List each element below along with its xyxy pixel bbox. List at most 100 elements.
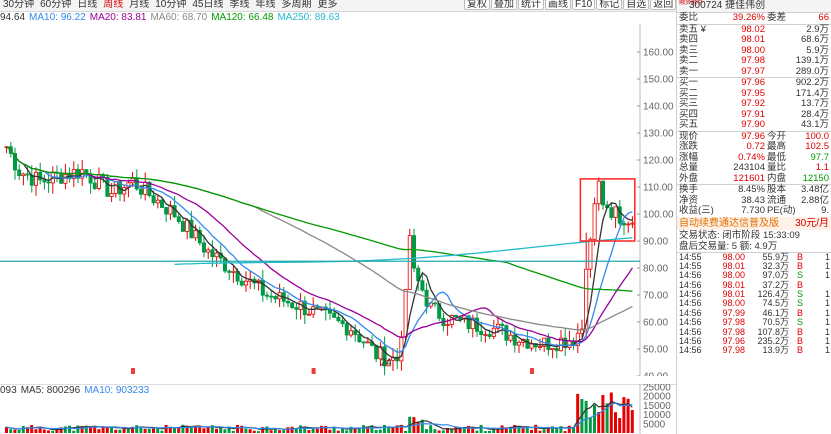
bids-row-0[interactable]: 买一 97.96 902.2万 bbox=[677, 77, 831, 89]
tool-button-6[interactable]: 自选 bbox=[623, 0, 650, 10]
volume-bar bbox=[315, 428, 319, 433]
volume-bar bbox=[593, 404, 596, 433]
volume-bar bbox=[282, 430, 286, 433]
candle-body bbox=[596, 180, 601, 205]
bids-row-2[interactable]: 买三 97.92 13.7万 bbox=[677, 98, 831, 110]
period-tab-4[interactable]: 月线 bbox=[126, 0, 152, 10]
ma-legend-item-4: MA120: 66.48 bbox=[211, 12, 274, 23]
volume-bar bbox=[601, 395, 605, 433]
bids-label: 买五 bbox=[679, 119, 699, 130]
candle-body bbox=[403, 288, 408, 338]
candle-body bbox=[554, 347, 559, 352]
volume-legend: 093 MA5: 800296 MA10: 903233 bbox=[0, 385, 153, 397]
candle-body bbox=[105, 176, 110, 197]
tick-list[interactable]: 14:55 98.00 55.9万 B 1 14:55 98.01 32.3万 B 1 14:56 9… bbox=[677, 251, 831, 356]
tick-time: 14:56 bbox=[679, 345, 702, 356]
quote-value2: 102.5 bbox=[805, 141, 829, 152]
y-tick-label: 100.00 bbox=[643, 210, 674, 221]
candle-body bbox=[315, 306, 320, 309]
event-marker bbox=[311, 368, 316, 374]
period-tab-8[interactable]: 年线 bbox=[253, 0, 279, 10]
volume-bar bbox=[433, 429, 437, 433]
period-tab-5[interactable]: 10分钟 bbox=[152, 0, 189, 10]
status-time: 15:33:09 bbox=[762, 229, 800, 241]
period-tab-2[interactable]: 日线 bbox=[74, 0, 100, 10]
tool-button-4[interactable]: F10 bbox=[572, 0, 596, 10]
asks-row-3[interactable]: 卖二 97.98 139.1万 bbox=[677, 55, 831, 67]
volume-bar bbox=[357, 428, 361, 433]
volume-bar bbox=[269, 430, 273, 433]
bids-row-4[interactable]: 买五 97.90 43.1万 bbox=[677, 119, 831, 131]
kline-chart[interactable]: 160.00 150.00 140.00 130.00 120.00 110.00 100.… bbox=[0, 24, 676, 376]
tool-button-7[interactable]: 返回 bbox=[650, 0, 677, 10]
after-label: 盘后交易量: bbox=[679, 240, 730, 252]
bids-label: 买一 bbox=[679, 77, 699, 88]
volume-bar bbox=[42, 429, 46, 433]
period-tab-1[interactable]: 60分钟 bbox=[37, 0, 74, 10]
tick-side: B bbox=[797, 345, 804, 356]
trading-window: 30分钟 60分钟 日线 周线 月线 10分钟 45日线 季线 年线 多周期 更多 复权 叠加 统计 画线… bbox=[0, 0, 831, 434]
asks-row-4[interactable]: 卖一 97.97 289.0万 bbox=[677, 66, 831, 78]
candle-body bbox=[264, 294, 269, 297]
tool-button-2[interactable]: 统计 bbox=[518, 0, 544, 10]
volume-bar bbox=[622, 397, 626, 433]
volume-bar bbox=[248, 429, 252, 433]
candle-body bbox=[374, 345, 379, 360]
period-tab-9[interactable]: 多周期 bbox=[279, 0, 315, 10]
volume-bar bbox=[286, 427, 290, 433]
bids-qty: 13.7万 bbox=[801, 98, 829, 109]
promo-price: 30元/月 bbox=[795, 217, 829, 229]
candle-body bbox=[311, 306, 316, 315]
quote-label: 外盘 bbox=[679, 172, 699, 184]
volume-bar bbox=[555, 428, 559, 433]
tool-button-1[interactable]: 叠加 bbox=[491, 0, 517, 10]
candle-body bbox=[138, 188, 143, 195]
period-tab-0[interactable]: 30分钟 bbox=[0, 0, 37, 10]
y-tick-label: 160.00 bbox=[643, 48, 674, 59]
promo-banner[interactable]: 自动续费通达信普及版 30元/月 bbox=[677, 216, 831, 230]
period-tab-10[interactable]: 更多 bbox=[315, 0, 341, 10]
volume-bar bbox=[63, 426, 67, 433]
volume-bar bbox=[97, 429, 101, 433]
volume-bar bbox=[362, 425, 365, 433]
after-amount-label: 额: bbox=[739, 240, 752, 252]
volume-tick-label: 5000 bbox=[643, 419, 666, 430]
volume-bar bbox=[114, 429, 118, 433]
volume-bar bbox=[118, 429, 122, 433]
y-tick-label: 40.00 bbox=[643, 372, 668, 377]
promo-text: 自动续费通达信普及版 bbox=[679, 217, 779, 229]
quote-value2: 12150 bbox=[802, 172, 829, 184]
volume-bar bbox=[416, 421, 420, 433]
candle-body bbox=[420, 280, 425, 291]
period-tab-7[interactable]: 季线 bbox=[227, 0, 253, 10]
asks-qty: 139.1万 bbox=[795, 55, 829, 66]
volume-bar bbox=[614, 412, 617, 433]
trade-status-row: 交易状态: 闭市阶段 15:33:09 bbox=[677, 230, 831, 241]
candle-body bbox=[109, 193, 114, 197]
period-tab-6[interactable]: 45日线 bbox=[189, 0, 226, 10]
bids-qty: 43.1万 bbox=[801, 119, 829, 130]
tool-button-5[interactable]: 标记 bbox=[596, 0, 623, 10]
volume-bar bbox=[273, 429, 277, 433]
volume-bar bbox=[290, 426, 294, 433]
candle-body bbox=[260, 279, 265, 296]
tool-button-3[interactable]: 画线 bbox=[545, 0, 571, 10]
finance-row-0: 换手 8.45% 股本 3.48亿 bbox=[677, 184, 831, 196]
asks-row-1[interactable]: 卖四 98.01 68.6万 bbox=[677, 34, 831, 46]
candle-body bbox=[151, 195, 156, 204]
quote-label: 总量 bbox=[679, 162, 699, 173]
candle-body bbox=[512, 334, 517, 346]
period-tab-3[interactable]: 周线 bbox=[100, 0, 126, 10]
volume-bar bbox=[47, 430, 50, 433]
y-tick-label: 80.00 bbox=[643, 264, 668, 275]
tool-button-0[interactable]: 复权 bbox=[464, 0, 490, 10]
candle-body bbox=[432, 302, 437, 305]
volume-bar bbox=[441, 430, 445, 433]
volume-bar bbox=[189, 427, 193, 433]
y-tick-label: 140.00 bbox=[643, 102, 674, 113]
weibi-value: 39.26% bbox=[732, 12, 765, 23]
event-marker bbox=[131, 368, 135, 374]
finance-value2: 9. bbox=[821, 205, 829, 216]
volume-bar bbox=[307, 430, 311, 433]
candle-body bbox=[445, 324, 450, 326]
